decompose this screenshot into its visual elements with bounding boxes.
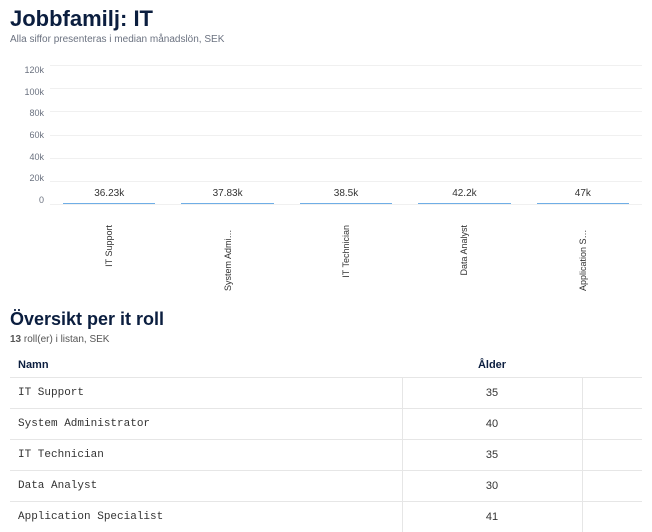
chart-y-axis: 120k 100k 80k 60k 40k 20k 0 bbox=[10, 65, 50, 205]
cell-extra bbox=[582, 471, 642, 502]
x-tick-label: System Administrat... bbox=[223, 225, 233, 291]
cell-age: 35 bbox=[402, 378, 582, 409]
salary-bar-chart: 120k 100k 80k 60k 40k 20k 0 36.23k 37.83k 38.5k 4… bbox=[10, 57, 642, 295]
cell-age: 35 bbox=[402, 440, 582, 471]
cell-age: 41 bbox=[402, 502, 582, 532]
cell-age: 30 bbox=[402, 471, 582, 502]
x-tick-label: IT Support bbox=[104, 225, 114, 267]
x-tick-label: Data Analyst bbox=[459, 225, 469, 276]
y-tick: 20k bbox=[29, 173, 44, 183]
col-age-header[interactable]: Ålder bbox=[402, 353, 582, 378]
x-tick-label: Application Specialist bbox=[578, 225, 588, 291]
cell-extra bbox=[582, 440, 642, 471]
overview-title: Översikt per it roll bbox=[10, 309, 642, 330]
y-tick: 100k bbox=[24, 87, 44, 97]
cell-name: IT Technician bbox=[10, 440, 402, 471]
y-tick: 0 bbox=[39, 195, 44, 205]
table-row[interactable]: Data Analyst30 bbox=[10, 471, 642, 502]
col-name-header[interactable]: Namn bbox=[10, 353, 402, 378]
x-tick-label: IT Technician bbox=[341, 225, 351, 278]
page-title: Jobbfamilj: IT bbox=[10, 6, 642, 32]
page-subtitle: Alla siffor presenteras i median månadsl… bbox=[10, 34, 642, 45]
cell-extra bbox=[582, 502, 642, 532]
y-tick: 120k bbox=[24, 65, 44, 75]
bar-slot: 36.23k bbox=[50, 188, 168, 204]
chart-plot: 36.23k 37.83k 38.5k 42.2k 47k bbox=[50, 65, 642, 205]
bar-value-label: 38.5k bbox=[334, 188, 358, 199]
bar-value-label: 47k bbox=[575, 188, 591, 199]
chart-x-axis: IT Support System Administrat... IT Techni… bbox=[50, 215, 642, 291]
bar-value-label: 37.83k bbox=[213, 188, 243, 199]
cell-name: Data Analyst bbox=[10, 471, 402, 502]
table-row[interactable]: System Administrator40 bbox=[10, 409, 642, 440]
table-row[interactable]: Application Specialist41 bbox=[10, 502, 642, 532]
table-header-row: Namn Ålder bbox=[10, 353, 642, 378]
cell-name: Application Specialist bbox=[10, 502, 402, 532]
table-row[interactable]: IT Support35 bbox=[10, 378, 642, 409]
cell-name: IT Support bbox=[10, 378, 402, 409]
table-row[interactable]: IT Technician35 bbox=[10, 440, 642, 471]
bar[interactable] bbox=[537, 203, 629, 204]
bar-slot: 38.5k bbox=[287, 188, 405, 204]
bar-value-label: 36.23k bbox=[94, 188, 124, 199]
cell-age: 40 bbox=[402, 409, 582, 440]
bar[interactable] bbox=[418, 203, 510, 204]
cell-extra bbox=[582, 378, 642, 409]
bar-value-label: 42.2k bbox=[452, 188, 476, 199]
bar[interactable] bbox=[181, 203, 273, 204]
bar[interactable] bbox=[300, 203, 392, 204]
col-extra-header bbox=[582, 353, 642, 378]
overview-count: 13 bbox=[10, 334, 21, 345]
bar[interactable] bbox=[63, 203, 155, 204]
overview-subtitle-rest: roll(er) i listan, SEK bbox=[21, 334, 109, 345]
cell-extra bbox=[582, 409, 642, 440]
y-tick: 40k bbox=[29, 152, 44, 162]
bar-slot: 47k bbox=[524, 188, 642, 204]
overview-subtitle: 13 roll(er) i listan, SEK bbox=[10, 334, 642, 345]
bar-slot: 37.83k bbox=[168, 188, 286, 204]
bar-slot: 42.2k bbox=[405, 188, 523, 204]
cell-name: System Administrator bbox=[10, 409, 402, 440]
overview-table: Namn Ålder IT Support35System Administra… bbox=[10, 353, 642, 532]
y-tick: 80k bbox=[29, 108, 44, 118]
y-tick: 60k bbox=[29, 130, 44, 140]
